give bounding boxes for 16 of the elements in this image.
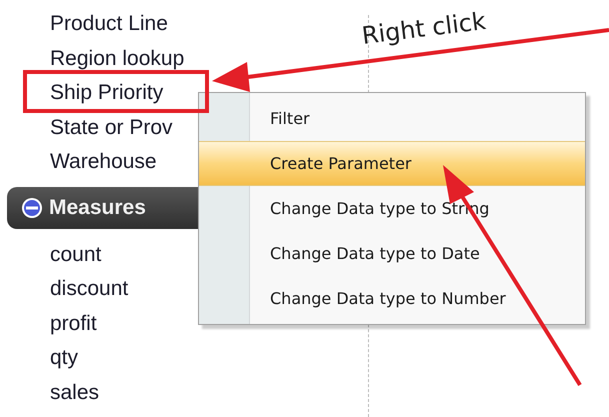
dimension-item[interactable]: Product Line xyxy=(50,7,168,42)
measure-item[interactable]: discount xyxy=(50,272,128,306)
collapse-icon[interactable] xyxy=(21,196,43,218)
dimension-item[interactable]: Ship Priority xyxy=(50,76,164,110)
dimension-item[interactable]: Region lookup xyxy=(50,42,184,76)
menu-item[interactable]: Change Data type to Number xyxy=(199,276,585,322)
dimension-item[interactable]: State or Prov xyxy=(50,110,173,145)
menu-item[interactable]: Change Data type to Date xyxy=(199,231,585,276)
menu-item[interactable]: Create Parameter xyxy=(199,141,585,186)
measure-item[interactable]: count xyxy=(50,238,102,272)
measure-item[interactable]: qty xyxy=(50,341,78,376)
menu-item[interactable]: Filter xyxy=(199,96,585,141)
measure-item[interactable]: profit xyxy=(50,306,97,341)
annotation-text: Right click xyxy=(360,6,488,52)
measure-item[interactable]: sales xyxy=(50,376,100,410)
dimension-item[interactable]: Warehouse xyxy=(50,145,157,180)
